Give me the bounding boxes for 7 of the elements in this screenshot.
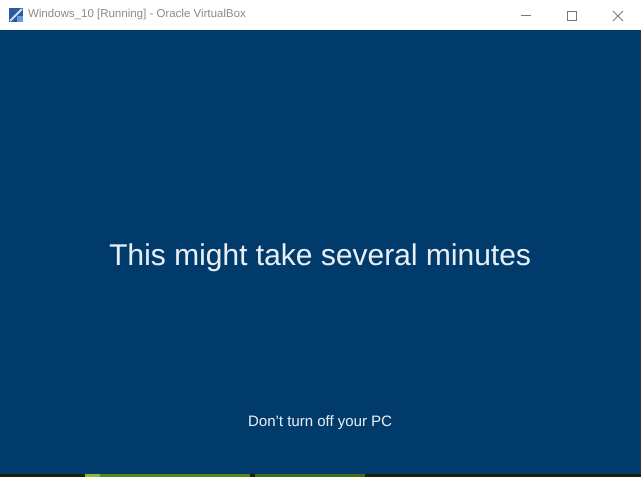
status-heading: This might take several minutes bbox=[109, 238, 531, 274]
close-icon bbox=[612, 10, 624, 22]
maximize-icon bbox=[566, 10, 578, 22]
app-icon bbox=[8, 7, 24, 23]
window-title: Windows_10 [Running] - Oracle VirtualBox bbox=[28, 7, 246, 22]
minimize-icon bbox=[521, 15, 531, 16]
status-message: Don’t turn off your PC bbox=[248, 412, 392, 432]
